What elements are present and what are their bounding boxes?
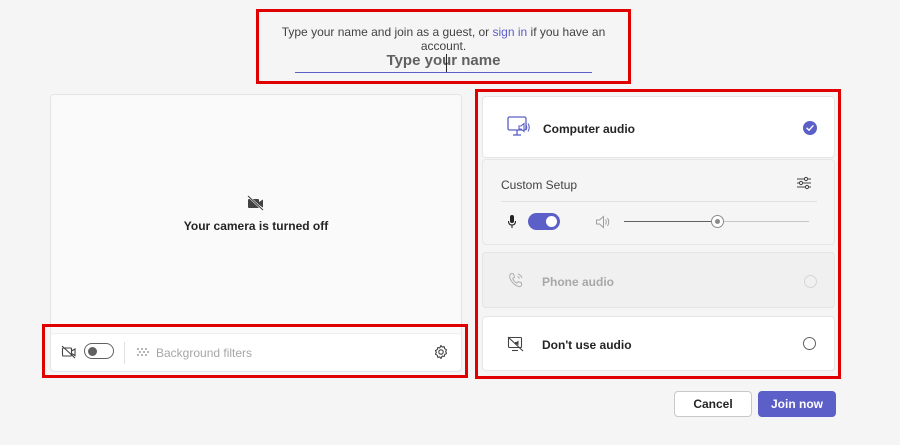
text-caret — [446, 54, 447, 72]
no-audio-icon — [507, 336, 525, 357]
toggle-knob — [546, 216, 557, 227]
speaker-volume-icon — [595, 215, 611, 234]
custom-setup-panel: Custom Setup — [482, 159, 835, 245]
camera-toggle[interactable] — [84, 343, 114, 359]
video-off-icon — [61, 345, 77, 364]
toggle-knob — [88, 346, 97, 356]
phone-icon — [507, 272, 525, 295]
camera-off-icon — [247, 195, 265, 216]
computer-audio-option[interactable]: Computer audio — [482, 96, 835, 158]
cancel-button[interactable]: Cancel — [674, 391, 752, 417]
sign-in-link[interactable]: sign in — [493, 25, 528, 39]
dont-use-audio-label: Don't use audio — [542, 338, 632, 352]
slider-thumb-center — [714, 219, 720, 224]
settings-gear-icon[interactable] — [433, 344, 449, 365]
computer-audio-icon — [507, 116, 531, 143]
name-input[interactable] — [295, 49, 592, 73]
dont-use-audio-radio[interactable] — [803, 337, 816, 350]
phone-audio-label: Phone audio — [542, 275, 614, 289]
device-settings-sliders-icon[interactable] — [796, 176, 812, 195]
custom-setup-label: Custom Setup — [501, 178, 578, 192]
dont-use-audio-option[interactable]: Don't use audio — [482, 316, 835, 371]
microphone-icon — [507, 214, 517, 234]
computer-audio-label: Computer audio — [543, 122, 635, 136]
microphone-toggle[interactable] — [528, 213, 560, 230]
join-now-button[interactable]: Join now — [758, 391, 836, 417]
speaker-volume-fill — [624, 221, 717, 222]
phone-audio-radio[interactable] — [804, 275, 817, 288]
name-entry-section: Type your name and join as a guest, or s… — [256, 9, 631, 84]
phone-audio-option[interactable]: Phone audio — [482, 252, 835, 308]
prompt-text-before: Type your name and join as a guest, or — [281, 25, 493, 39]
background-filters-button[interactable]: Background filters — [156, 346, 252, 360]
divider — [501, 201, 817, 202]
camera-off-message: Your camera is turned off — [183, 219, 329, 233]
speaker-volume-thumb[interactable] — [710, 215, 724, 228]
divider — [124, 342, 125, 364]
computer-audio-checkmark-icon[interactable] — [803, 121, 817, 135]
background-filters-icon — [136, 346, 150, 364]
camera-controls-bar: Background filters — [51, 333, 461, 370]
